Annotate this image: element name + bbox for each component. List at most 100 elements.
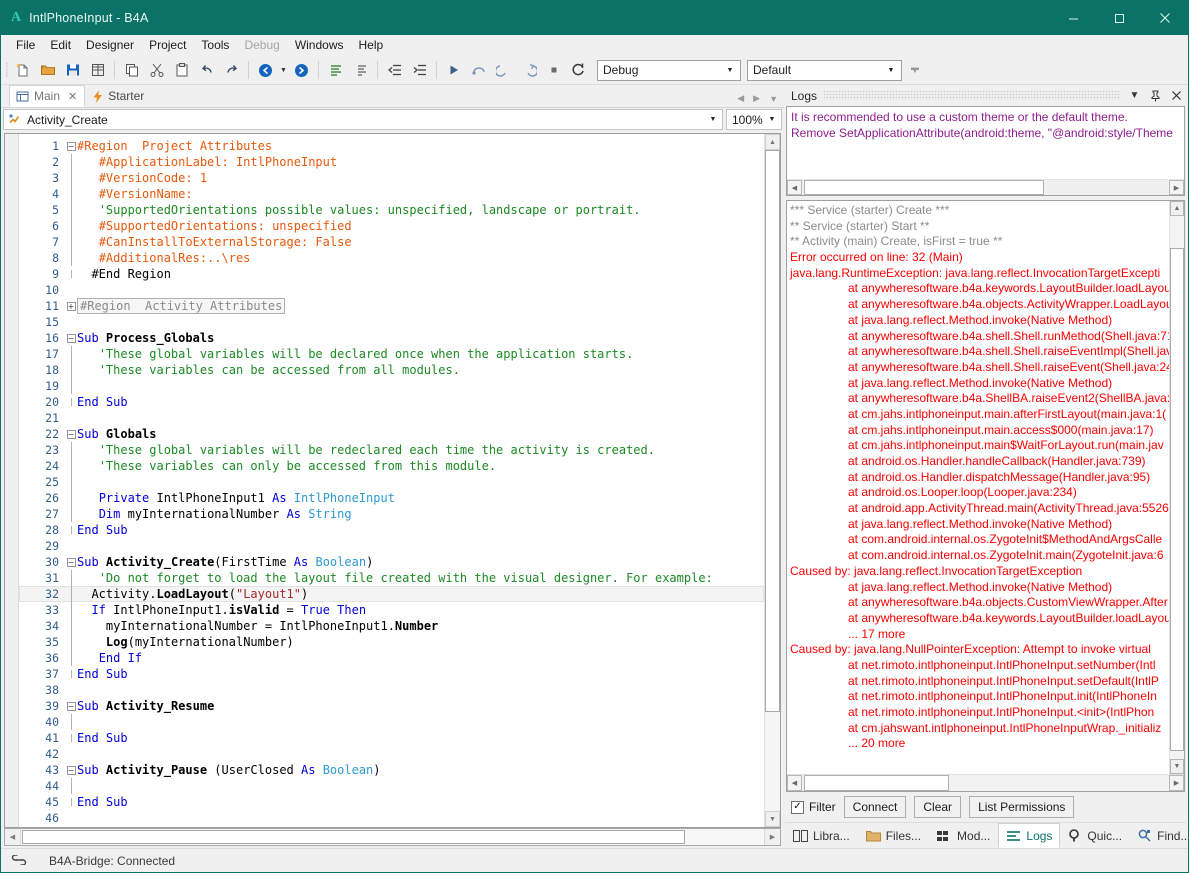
scroll-left-icon[interactable]: ◀ (787, 180, 802, 195)
toolbar-overflow-icon[interactable]: ▬▼ (908, 59, 922, 82)
fold-expand-icon[interactable]: + (65, 302, 77, 311)
minimize-icon[interactable] (1050, 1, 1096, 35)
save-icon[interactable] (61, 59, 84, 82)
tab-list-icon[interactable]: ▼ (769, 94, 778, 104)
scroll-right-icon[interactable]: ▶ (1169, 180, 1184, 195)
undo-icon[interactable] (195, 59, 218, 82)
scrollbar-thumb[interactable] (765, 150, 780, 712)
log-vertical-scrollbar[interactable]: ▲ ▼ (1169, 201, 1184, 774)
code-line[interactable]: 41End Sub (19, 730, 764, 746)
code-line[interactable]: 28End Sub (19, 522, 764, 538)
scrollbar-track[interactable] (765, 712, 780, 811)
code-line[interactable]: 17 'These global variables will be decla… (19, 346, 764, 362)
fold-collapse-icon[interactable]: − (65, 702, 77, 711)
open-folder-icon[interactable] (36, 59, 59, 82)
toolbar-grip[interactable] (3, 60, 10, 80)
scrollbar-thumb[interactable] (22, 830, 685, 844)
list-permissions-button[interactable]: List Permissions (969, 796, 1074, 818)
code-line[interactable]: 38 (19, 682, 764, 698)
comment-icon[interactable] (324, 59, 347, 82)
code-line[interactable]: 31 'Do not forget to load the layout fil… (19, 570, 764, 586)
editor-horizontal-scrollbar[interactable]: ◀ ▶ (4, 828, 781, 846)
scrollbar-thumb[interactable] (804, 180, 1044, 195)
chevron-down-icon[interactable]: ▼ (1127, 87, 1142, 104)
menu-item-designer[interactable]: Designer (79, 36, 141, 55)
code-line[interactable]: 23 'These global variables will be redec… (19, 442, 764, 458)
warnings-box[interactable]: It is recommended to use a custom theme … (786, 106, 1185, 196)
code-line[interactable]: 10 (19, 282, 764, 298)
editor-tab-main[interactable]: Main✕ (9, 85, 85, 107)
code-line[interactable]: 20End Sub (19, 394, 764, 410)
scroll-up-icon[interactable]: ▲ (1170, 201, 1184, 216)
code-line[interactable]: 32 Activity.LoadLayout("Layout1") (19, 586, 764, 602)
indent-icon[interactable] (408, 59, 431, 82)
new-file-icon[interactable] (11, 59, 34, 82)
code-line[interactable]: 36 End If (19, 650, 764, 666)
save-all-icon[interactable] (86, 59, 109, 82)
step-into-icon[interactable] (492, 59, 515, 82)
scroll-up-icon[interactable]: ▲ (765, 134, 780, 150)
scroll-right-icon[interactable]: ▶ (1169, 775, 1184, 791)
code-line[interactable]: 46 (19, 810, 764, 826)
code-line[interactable]: 45End Sub (19, 794, 764, 810)
code-line[interactable]: 34 myInternationalNumber = IntlPhoneInpu… (19, 618, 764, 634)
code-line[interactable]: 35 Log(myInternationalNumber) (19, 634, 764, 650)
menu-item-file[interactable]: File (9, 36, 42, 55)
scroll-down-icon[interactable]: ▼ (1170, 759, 1184, 774)
code-line[interactable]: 27 Dim myInternationalNumber As String (19, 506, 764, 522)
menu-item-tools[interactable]: Tools (194, 36, 236, 55)
pin-icon[interactable] (1148, 87, 1163, 104)
code-line[interactable]: 4 #VersionName: (19, 186, 764, 202)
menu-item-windows[interactable]: Windows (288, 36, 351, 55)
code-line[interactable]: 11+#Region Activity Attributes (19, 298, 764, 314)
uncomment-icon[interactable] (349, 59, 372, 82)
fold-collapse-icon[interactable]: − (65, 558, 77, 567)
code-line[interactable]: 25 (19, 474, 764, 490)
code-line[interactable]: 9 #End Region (19, 266, 764, 282)
redo-icon[interactable] (220, 59, 243, 82)
build-dropdown[interactable]: Default ▼ (747, 60, 902, 81)
maximize-icon[interactable] (1096, 1, 1142, 35)
code-line[interactable]: 40 (19, 714, 764, 730)
editor-tab-starter[interactable]: Starter (85, 85, 152, 107)
forward-nav-icon[interactable] (290, 59, 313, 82)
bottom-tab-logs[interactable]: Logs (998, 823, 1060, 848)
step-over-icon[interactable] (467, 59, 490, 82)
code-line[interactable]: 15 (19, 314, 764, 330)
fold-collapse-icon[interactable]: − (65, 142, 77, 151)
code-line[interactable]: 21 (19, 410, 764, 426)
code-line[interactable]: 29 (19, 538, 764, 554)
code-line[interactable]: 6 #SupportedOrientations: unspecified (19, 218, 764, 234)
scroll-down-icon[interactable]: ▼ (765, 811, 780, 827)
fold-collapse-icon[interactable]: − (65, 334, 77, 343)
scroll-left-icon[interactable]: ◀ (787, 775, 802, 791)
scroll-left-icon[interactable]: ◀ (5, 829, 21, 845)
run-icon[interactable] (442, 59, 465, 82)
code-line[interactable]: 3 #VersionCode: 1 (19, 170, 764, 186)
code-line[interactable]: 16−Sub Process_Globals (19, 330, 764, 346)
filter-checkbox-wrap[interactable]: ✓ Filter (791, 800, 836, 814)
editor-tab-close-icon[interactable]: ✕ (68, 90, 77, 103)
paste-icon[interactable] (170, 59, 193, 82)
code-line[interactable]: 7 #CanInstallToExternalStorage: False (19, 234, 764, 250)
member-dropdown[interactable]: Activity_Create ▼ (3, 109, 723, 130)
stop-icon[interactable] (542, 59, 565, 82)
outdent-icon[interactable] (383, 59, 406, 82)
close-icon[interactable] (1169, 87, 1184, 104)
scrollbar-track[interactable] (802, 180, 1169, 195)
back-nav-icon[interactable] (254, 59, 277, 82)
code-line[interactable]: 24 'These variables can only be accessed… (19, 458, 764, 474)
editor-bookmark-gutter[interactable] (5, 134, 19, 827)
editor-vertical-scrollbar[interactable]: ▲ ▼ (764, 134, 780, 827)
log-output-box[interactable]: *** Service (starter) Create ***** Servi… (786, 200, 1185, 792)
scrollbar-thumb[interactable] (804, 775, 949, 791)
configuration-dropdown[interactable]: Debug ▼ (597, 60, 741, 81)
cut-icon[interactable] (145, 59, 168, 82)
code-editor[interactable]: 1−#Region Project Attributes2 #Applicati… (19, 134, 764, 827)
code-line[interactable]: 18 'These variables can be accessed from… (19, 362, 764, 378)
tab-next-icon[interactable]: ▶ (753, 93, 760, 104)
panel-drag-handle[interactable] (823, 91, 1121, 100)
fold-collapse-icon[interactable]: − (65, 430, 77, 439)
code-line[interactable]: 42 (19, 746, 764, 762)
code-line[interactable]: 33 If IntlPhoneInput1.isValid = True The… (19, 602, 764, 618)
